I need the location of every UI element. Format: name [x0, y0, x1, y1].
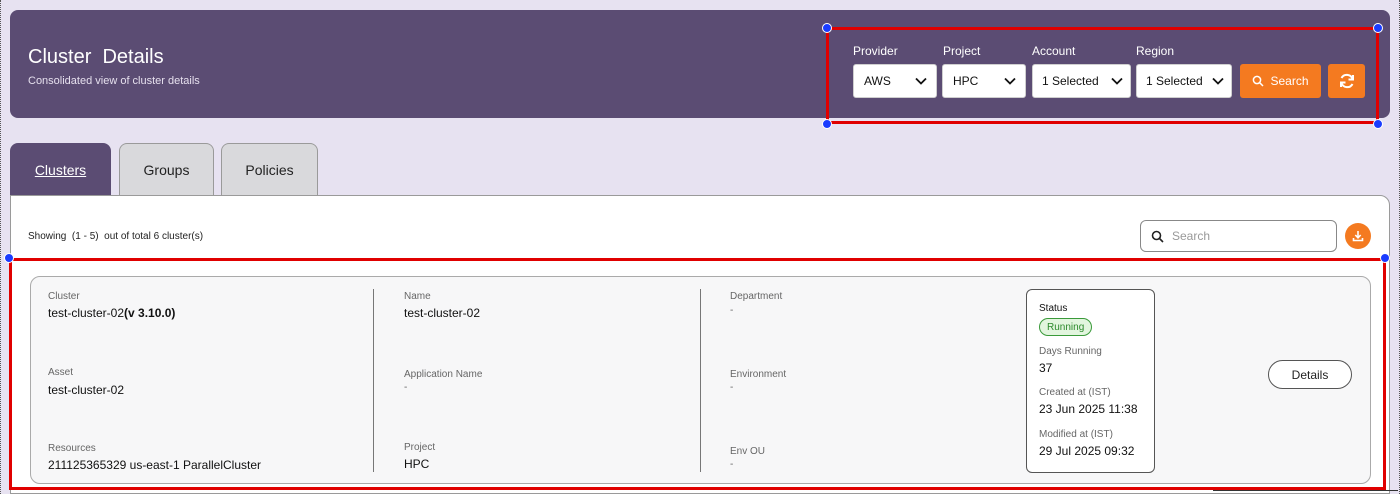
search-icon	[1253, 75, 1265, 87]
cluster-label: Cluster	[48, 291, 80, 302]
search-button[interactable]: Search	[1240, 64, 1321, 98]
department-label: Department	[730, 291, 783, 302]
provider-select[interactable]: AWS	[853, 64, 937, 98]
page-title: Cluster Details	[28, 46, 164, 68]
application-name-label: Application Name	[404, 369, 483, 380]
page-subtitle: Consolidated view of cluster details	[28, 75, 200, 87]
cluster-name-value: test-cluster-02	[48, 306, 125, 320]
tab-policies[interactable]: Policies	[221, 143, 318, 196]
created-at-label: Created at (IST)	[1039, 387, 1111, 398]
chevron-down-icon	[1212, 77, 1224, 85]
provider-label: Provider	[853, 44, 898, 58]
column-divider	[373, 289, 374, 472]
refresh-icon	[1339, 73, 1354, 89]
application-name-value: -	[404, 382, 408, 393]
tab-clusters-label: Clusters	[34, 162, 87, 178]
account-label: Account	[1032, 44, 1076, 58]
status-badge: Running	[1039, 318, 1093, 336]
account-select[interactable]: 1 Selected	[1032, 64, 1131, 98]
department-value: -	[730, 305, 734, 316]
name-value: test-cluster-02	[404, 306, 481, 320]
project-select-value: HPC	[953, 74, 979, 88]
search-icon	[1151, 230, 1164, 243]
resources-label: Resources	[48, 443, 96, 454]
column-divider	[700, 289, 701, 472]
env-ou-value: -	[730, 459, 734, 470]
status-label: Status	[1039, 303, 1068, 314]
cluster-version: (v 3.10.0)	[124, 306, 176, 320]
refresh-button[interactable]	[1328, 64, 1365, 98]
created-at-value: 23 Jun 2025 11:38	[1039, 402, 1138, 416]
handle-dot	[822, 119, 832, 129]
tab-groups-label: Groups	[143, 162, 190, 178]
tab-clusters[interactable]: Clusters	[10, 143, 111, 196]
modified-at-value: 29 Jul 2025 09:32	[1039, 444, 1135, 458]
asset-label: Asset	[48, 367, 74, 378]
chevron-down-icon	[915, 77, 927, 85]
region-label: Region	[1136, 44, 1175, 58]
modified-at-label: Modified at (IST)	[1039, 429, 1113, 440]
asset-value: test-cluster-02	[48, 383, 125, 397]
tab-policies-label: Policies	[245, 162, 294, 178]
cluster-search-field[interactable]	[1140, 220, 1337, 252]
chevron-down-icon	[1111, 77, 1123, 85]
chevron-down-icon	[1004, 77, 1016, 85]
name-label: Name	[404, 291, 431, 302]
environment-label: Environment	[730, 369, 787, 380]
divider-line	[1213, 490, 1398, 491]
tab-groups[interactable]: Groups	[119, 143, 214, 196]
provider-select-value: AWS	[864, 74, 891, 88]
cluster-value: test-cluster-02(v 3.10.0)	[48, 306, 175, 320]
cluster-search-input[interactable]	[1172, 229, 1322, 243]
download-button[interactable]	[1345, 223, 1371, 249]
details-button[interactable]: Details	[1268, 360, 1352, 389]
account-select-value: 1 Selected	[1042, 74, 1099, 88]
env-ou-label: Env OU	[730, 446, 766, 457]
region-select-value: 1 Selected	[1146, 74, 1203, 88]
project-field-label: Project	[404, 442, 436, 453]
region-select[interactable]: 1 Selected	[1136, 64, 1232, 98]
project-select[interactable]: HPC	[942, 64, 1026, 98]
resources-value: 211125365329 us-east-1 ParallelCluster	[48, 458, 262, 472]
environment-value: -	[730, 382, 734, 393]
project-field-value: HPC	[404, 457, 430, 471]
days-running-value: 37	[1039, 361, 1053, 375]
search-button-label: Search	[1270, 74, 1309, 88]
handle-dot	[1373, 119, 1383, 129]
download-icon	[1352, 231, 1364, 242]
showing-count-text: Showing (1 - 5) out of total 6 cluster(s…	[28, 231, 204, 242]
days-running-label: Days Running	[1039, 346, 1102, 357]
project-label: Project	[943, 44, 981, 58]
